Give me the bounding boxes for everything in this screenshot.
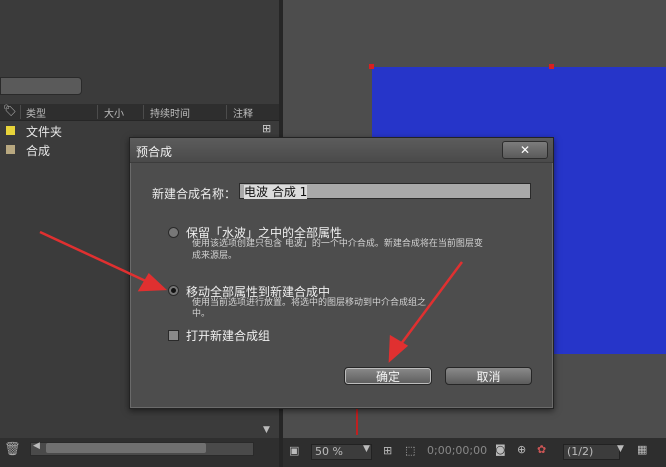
- keep-attributes-description: 使用该选项创建只包含 电波」的一个中介合成。新建合成将在当前图层变: [192, 239, 483, 249]
- layer-anchor-line: [356, 405, 358, 435]
- cancel-button[interactable]: 取消: [445, 367, 532, 385]
- open-new-comp-label[interactable]: 打开新建合成组: [186, 327, 270, 344]
- project-column-header: 🏷 类型 大小 持续时间 注释: [0, 104, 279, 121]
- move-attributes-description-2: 中。: [192, 309, 211, 319]
- close-icon: ✕: [519, 143, 531, 157]
- scroll-down-icon[interactable]: ▼: [263, 425, 270, 435]
- color-icon[interactable]: ✿: [537, 443, 546, 456]
- comp-name-input[interactable]: 电波 合成 1: [239, 183, 531, 199]
- column-duration[interactable]: 持续时间: [150, 105, 190, 120]
- tag-icon[interactable]: 🏷: [3, 104, 17, 117]
- scroll-left-icon[interactable]: ◀: [33, 441, 40, 451]
- column-size[interactable]: 大小: [104, 105, 124, 120]
- dropdown-icon[interactable]: ▼: [617, 444, 624, 454]
- layer-handle[interactable]: [369, 64, 374, 69]
- scrollbar-thumb[interactable]: [46, 443, 206, 453]
- project-search-input[interactable]: [0, 77, 82, 95]
- project-item-name: 文件夹: [26, 125, 63, 139]
- resolution-select[interactable]: (1/2): [563, 444, 620, 460]
- close-button[interactable]: ✕: [502, 141, 548, 159]
- open-new-comp-checkbox[interactable]: [168, 330, 179, 341]
- ok-button[interactable]: 确定: [344, 367, 432, 385]
- transparency-icon[interactable]: ▦: [637, 443, 647, 456]
- flowchart-icon[interactable]: ⊞: [262, 122, 271, 135]
- grid-icon[interactable]: ⊞: [383, 444, 392, 457]
- column-comment[interactable]: 注释: [233, 105, 253, 120]
- project-item-name: 合成: [26, 144, 51, 158]
- layer-handle[interactable]: [549, 64, 554, 69]
- precompose-dialog: 预合成 ✕ 新建合成名称： 电波 合成 1 保留「水波」之中的全部属性 使用该选…: [129, 137, 554, 409]
- camera-icon[interactable]: ◙: [495, 443, 506, 456]
- region-icon[interactable]: ▣: [289, 444, 299, 457]
- dialog-title: 预合成: [136, 145, 173, 159]
- timecode-display[interactable]: 0;00;00;00: [427, 444, 487, 457]
- viewer-toolbar: ▣ 50 % ▼ ⊞ ⬚ 0;00;00;00 ◙ ⊕ ✿ (1/2) ▼ ▦: [283, 438, 666, 467]
- label-color-swatch: [6, 145, 15, 154]
- move-attributes-description: 使用当前选项进行放置。将选中的图层移动到中介合成组之: [192, 298, 427, 308]
- column-type[interactable]: 类型: [26, 105, 46, 120]
- dialog-titlebar[interactable]: 预合成 ✕: [130, 138, 553, 163]
- comp-name-label: 新建合成名称：: [152, 187, 237, 201]
- dropdown-icon[interactable]: ▼: [363, 444, 370, 454]
- keep-attributes-radio[interactable]: [168, 227, 179, 238]
- channel-icon[interactable]: ⊕: [517, 443, 526, 456]
- keep-attributes-description-2: 成来源层。: [192, 251, 238, 261]
- comp-name-value: 电波 合成 1: [244, 185, 308, 199]
- mask-icon[interactable]: ⬚: [405, 444, 415, 457]
- move-attributes-radio[interactable]: [168, 285, 179, 296]
- trash-icon[interactable]: 🗑: [4, 442, 21, 457]
- label-color-swatch: [6, 126, 15, 135]
